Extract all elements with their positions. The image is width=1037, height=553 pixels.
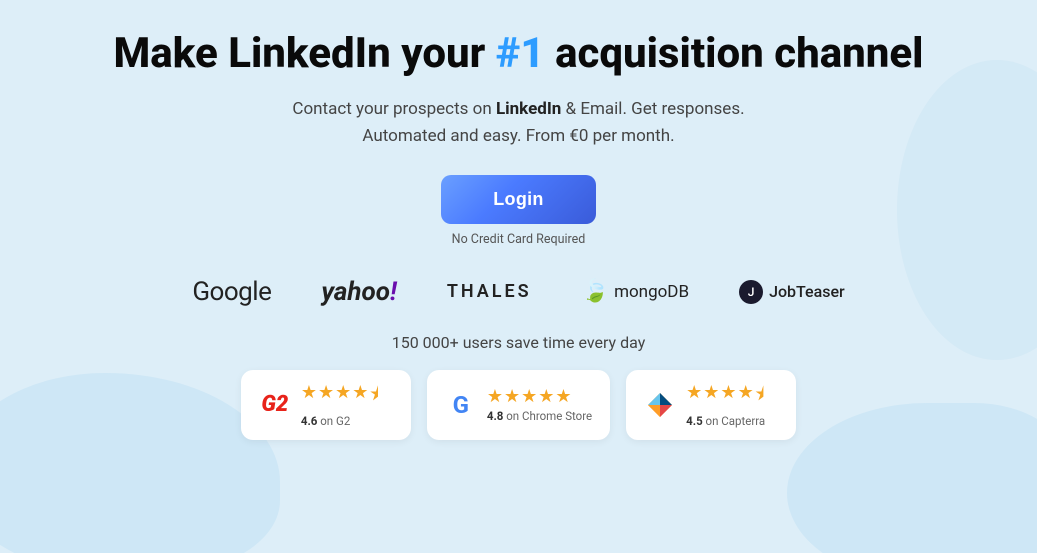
star-2: ★	[318, 382, 334, 412]
star-half: ⯨	[369, 382, 379, 412]
jobteaser-logo-text: JobTeaser	[769, 282, 845, 301]
star-2: ★	[703, 382, 719, 412]
google-g-letter: G	[453, 391, 469, 419]
mongodb-logo: 🍃 mongoDB	[582, 279, 689, 304]
thales-logo-text: THALES	[447, 281, 532, 302]
chrome-rating-text: 4.8 on Chrome Store	[487, 409, 592, 423]
star-2: ★	[504, 386, 520, 407]
chrome-stars: ★ ★ ★ ★ ★	[487, 386, 592, 407]
star-half: ⯨	[755, 382, 765, 412]
g2-rating-info: ★ ★ ★ ★ ⯨ 4.6 on G2	[301, 382, 379, 428]
capterra-rating-info: ★ ★ ★ ★ ⯨ 4.5 on Capterra	[686, 382, 765, 428]
subtitle-line1-post: & Email. Get responses.	[561, 99, 744, 119]
subtitle: Contact your prospects on LinkedIn & Ema…	[292, 96, 744, 150]
g2-rating-text: 4.6 on G2	[301, 414, 379, 428]
chrome-rating-info: ★ ★ ★ ★ ★ 4.8 on Chrome Store	[487, 386, 592, 423]
users-count: 150 000+ users save time every day	[392, 333, 646, 352]
title-part1: Make LinkedIn your	[114, 29, 496, 78]
no-credit-card-text: No Credit Card Required	[452, 232, 586, 247]
star-5: ★	[555, 386, 571, 407]
mongodb-icon: 🍃	[582, 279, 609, 304]
google-logo-text: Google	[192, 277, 271, 307]
yahoo-logo: yahoo!	[321, 277, 396, 307]
rating-card-g2: G2 ★ ★ ★ ★ ⯨ 4.6 on G2	[241, 370, 411, 440]
star-1: ★	[301, 382, 317, 412]
star-3: ★	[335, 382, 351, 412]
star-3: ★	[720, 382, 736, 412]
jobteaser-icon: J	[739, 280, 763, 304]
star-4: ★	[738, 382, 754, 412]
rating-card-chrome: G ★ ★ ★ ★ ★ 4.8 on Chrome Store	[427, 370, 610, 440]
rating-card-capterra: ★ ★ ★ ★ ⯨ 4.5 on Capterra	[626, 370, 796, 440]
star-4: ★	[352, 382, 368, 412]
partner-logos: Google yahoo! THALES 🍃 mongoDB J JobTeas…	[192, 269, 844, 315]
yahoo-logo-text: yahoo!	[321, 277, 396, 307]
star-4: ★	[538, 386, 554, 407]
star-3: ★	[521, 386, 537, 407]
main-content: Make LinkedIn your #1 acquisition channe…	[0, 0, 1037, 440]
capterra-rating-text: 4.5 on Capterra	[686, 414, 765, 428]
g2-stars: ★ ★ ★ ★ ⯨	[301, 382, 379, 412]
mongodb-logo-text: mongoDB	[614, 282, 689, 302]
g2-logo-icon: G2	[259, 389, 291, 421]
capterra-logo-icon	[644, 389, 676, 421]
star-1: ★	[686, 382, 702, 412]
capterra-score: 4.5	[686, 414, 703, 428]
star-1: ★	[487, 386, 503, 407]
page-title: Make LinkedIn your #1 acquisition channe…	[114, 30, 924, 78]
g2-score: 4.6	[301, 414, 318, 428]
thales-logo: THALES	[447, 281, 532, 302]
chrome-score: 4.8	[487, 409, 504, 423]
google-logo: Google	[192, 277, 271, 307]
ratings-row: G2 ★ ★ ★ ★ ⯨ 4.6 on G2 G ★	[241, 370, 796, 440]
google-g-icon: G	[445, 389, 477, 421]
capterra-stars: ★ ★ ★ ★ ⯨	[686, 382, 765, 412]
title-part2: acquisition channel	[545, 29, 924, 78]
subtitle-line1-pre: Contact your prospects on	[292, 99, 496, 119]
subtitle-line2: Automated and easy. From €0 per month.	[362, 126, 674, 146]
jobteaser-logo: J JobTeaser	[739, 280, 845, 304]
title-highlight: #1	[496, 29, 545, 78]
subtitle-linkedin: LinkedIn	[496, 99, 561, 119]
login-button[interactable]: Login	[441, 175, 595, 224]
